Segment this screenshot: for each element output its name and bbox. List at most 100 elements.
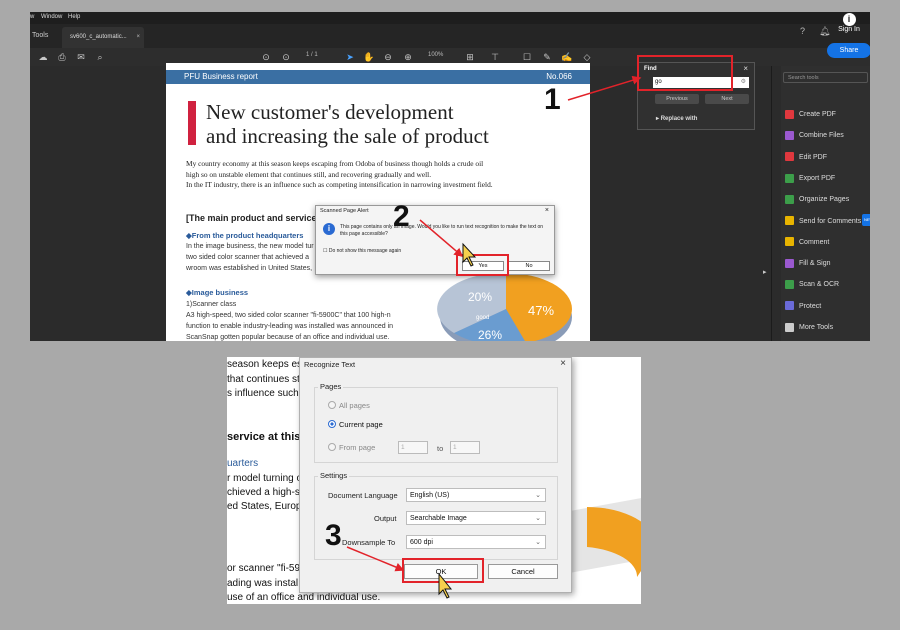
step-number: 1 — [544, 83, 561, 116]
export-pdf-icon — [785, 173, 794, 183]
zoom-level[interactable]: 100% — [428, 52, 443, 58]
downsample-select[interactable]: 600 dpi ⌄ — [406, 535, 546, 549]
background-text: or scanner "fi-59 — [227, 563, 301, 574]
background-text: ading was instal — [227, 578, 299, 589]
sign-icon[interactable]: ✍ — [561, 51, 573, 63]
pie-label: good — [476, 315, 489, 321]
organize-pages-icon — [785, 194, 794, 204]
search-icon[interactable]: ⌕ — [94, 51, 106, 63]
scan-ocr-icon — [785, 280, 794, 290]
cancel-button[interactable]: Cancel — [488, 564, 558, 579]
close-icon[interactable]: × — [560, 358, 566, 369]
share-button[interactable]: Share — [827, 43, 870, 58]
tool-item[interactable]: Combine Files — [785, 130, 844, 142]
highlight-box — [456, 254, 509, 276]
language-select[interactable]: English (US) ⌄ — [406, 488, 546, 502]
tool-item[interactable]: Create PDF — [785, 109, 836, 121]
body-line: My country economy at this season keeps … — [186, 159, 484, 168]
output-value: Searchable Image — [410, 515, 467, 522]
tool-item[interactable]: Export PDF — [785, 173, 835, 185]
tool-item[interactable]: Scan & OCR — [785, 279, 839, 291]
current-page-label: Current page — [339, 420, 383, 429]
all-pages-radio[interactable]: All pages — [328, 401, 370, 410]
tool-item[interactable]: Edit PDF — [785, 152, 827, 164]
search-tools-input[interactable]: Search tools — [783, 72, 868, 83]
menu-help[interactable]: Help — [68, 14, 80, 20]
highlight-icon[interactable]: ✎ — [541, 51, 553, 63]
previous-button[interactable]: Previous — [655, 94, 699, 104]
close-icon[interactable]: × — [136, 27, 140, 48]
background-text: that continues st — [227, 374, 300, 385]
pie-label: 47% — [528, 303, 554, 318]
step-number: 2 — [393, 200, 410, 233]
tool-item[interactable]: Comment — [785, 237, 829, 249]
upload-icon[interactable]: ☁ — [37, 51, 49, 63]
page-indicator[interactable]: 1 / 1 — [306, 52, 318, 58]
zoom-in-icon[interactable]: ⊕ — [402, 51, 414, 63]
hand-icon[interactable]: ✋ — [363, 51, 375, 63]
chevron-down-icon: ⌄ — [535, 515, 541, 522]
tool-label: Organize Pages — [799, 196, 850, 204]
output-select[interactable]: Searchable Image ⌄ — [406, 511, 546, 525]
fit-page-icon[interactable]: ⊞ — [464, 51, 476, 63]
from-page-radio[interactable]: From page — [328, 443, 375, 452]
pie-label: 20% — [468, 290, 492, 304]
title-accent — [188, 101, 196, 145]
pages-label: Pages — [318, 382, 344, 391]
dont-show-checkbox[interactable]: ☐ Do not show this message again — [323, 248, 401, 254]
image-line: 1)Scanner class — [186, 301, 237, 308]
panel-divider — [771, 66, 772, 341]
tab-document[interactable]: sv600_c_automatic... × — [62, 27, 144, 48]
collapse-arrow-icon[interactable]: ▸ — [763, 268, 767, 276]
cursor-icon[interactable]: ➤ — [344, 51, 356, 63]
downsample-label: Downsample To — [342, 538, 396, 547]
prev-page-icon[interactable]: ⊙ — [260, 51, 272, 63]
tool-label: Create PDF — [799, 111, 836, 118]
background-text: uarters — [227, 458, 259, 469]
from-page-input[interactable]: 1 — [398, 441, 428, 454]
downsample-value: 600 dpi — [410, 539, 433, 546]
page-banner: PFU Business report No.066 — [166, 70, 590, 84]
menu-item[interactable]: w — [30, 14, 34, 20]
from-page-label: From page — [339, 443, 376, 452]
bell-icon[interactable]: 🔔︎ — [819, 26, 830, 37]
background-text: use of an office and individual use. — [227, 592, 381, 603]
tool-item[interactable]: More Tools — [785, 322, 833, 334]
hq-heading: ◆From the product headquarters — [186, 231, 304, 240]
zoom-out-icon[interactable]: ⊖ — [382, 51, 394, 63]
tool-item[interactable]: Organize Pages — [785, 194, 849, 206]
tool-item[interactable]: Send for CommentsNEW — [785, 213, 870, 228]
close-icon[interactable]: × — [743, 64, 748, 73]
print-icon[interactable]: ⎙ — [56, 51, 68, 63]
settings-icon[interactable]: ⚙ — [741, 77, 746, 88]
new-badge: NEW — [862, 213, 870, 226]
comment-icon[interactable]: ☐ — [521, 51, 533, 63]
banner-left: PFU Business report — [184, 72, 258, 81]
tag-icon[interactable]: ◇ — [581, 51, 593, 63]
tool-label: Export PDF — [799, 174, 836, 182]
tool-item[interactable]: Protect — [785, 301, 821, 313]
next-page-icon[interactable]: ⊙ — [280, 51, 292, 63]
tool-item[interactable]: Fill & Sign — [785, 258, 831, 270]
to-page-input[interactable]: 1 — [450, 441, 480, 454]
sign-in-button[interactable]: i Sign In — [833, 13, 865, 39]
protect-icon — [785, 301, 794, 311]
all-pages-label: All pages — [339, 401, 370, 410]
replace-with-toggle[interactable]: ▸ Replace with — [656, 115, 697, 122]
email-icon[interactable]: ✉ — [75, 51, 87, 63]
background-text: s influence such — [227, 388, 299, 399]
stamp-icon[interactable]: ⊤ — [489, 51, 501, 63]
menu-window[interactable]: Window — [41, 14, 62, 20]
help-icon[interactable]: ? — [800, 26, 805, 36]
banner-right: No.066 — [546, 72, 572, 81]
tab-tools[interactable]: Tools — [30, 24, 52, 48]
next-button[interactable]: Next — [705, 94, 749, 104]
current-page-radio[interactable]: Current page — [328, 420, 383, 429]
close-icon[interactable]: × — [545, 207, 549, 214]
tool-label: Fill & Sign — [799, 260, 831, 268]
image-line: A3 high-speed, two sided color scanner "… — [186, 312, 391, 319]
background-text: season keeps esc — [227, 359, 308, 370]
no-button[interactable]: No — [508, 261, 550, 271]
tool-label: Edit PDF — [799, 153, 828, 161]
combine-files-icon — [785, 130, 794, 140]
